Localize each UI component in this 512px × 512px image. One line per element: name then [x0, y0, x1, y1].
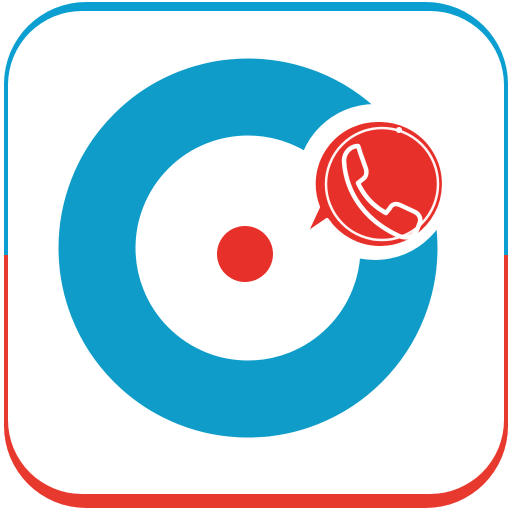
app-logo: [4, 2, 508, 508]
app-icon-tile: [0, 0, 512, 512]
center-dot-icon: [217, 226, 273, 282]
